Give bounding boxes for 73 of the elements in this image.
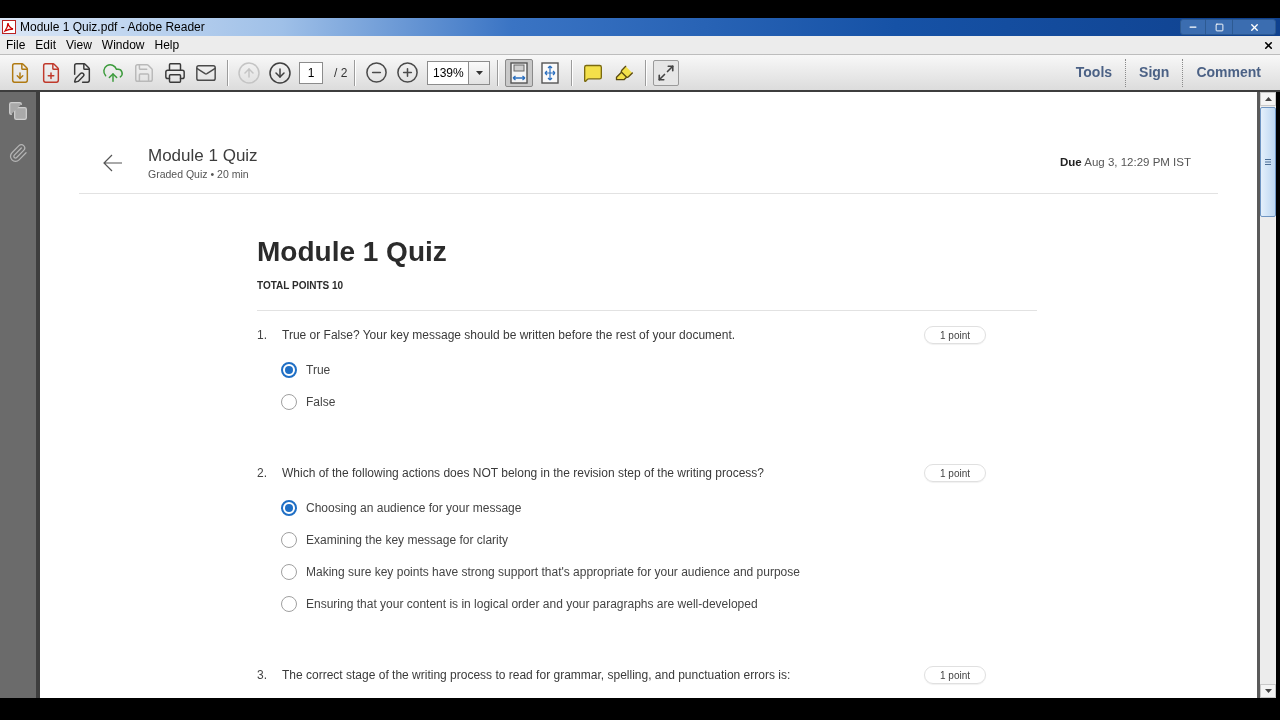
radio-button[interactable]: [281, 362, 297, 378]
quiz-header-subtitle: Graded Quiz • 20 min: [148, 167, 250, 181]
total-points: TOTAL POINTS 10: [257, 279, 345, 293]
pane-button[interactable]: Comment: [1182, 58, 1274, 87]
question-text: Which of the following actions does NOT belong in the revision step of the writing process?: [282, 465, 765, 482]
fit-page-button[interactable]: [505, 58, 534, 87]
radio-button[interactable]: [281, 596, 297, 612]
minimize-button[interactable]: [1180, 19, 1206, 35]
zoom-dropdown-button[interactable]: [469, 60, 491, 85]
speech-bubble-icon: [583, 62, 604, 83]
menu-item[interactable]: Window: [96, 37, 150, 53]
grip-icon: [1265, 159, 1271, 165]
question-number: 2.: [257, 465, 268, 482]
option-label: Examining the key message for clarity: [306, 532, 509, 549]
scroll-up-button[interactable]: [1260, 92, 1276, 106]
due-date: Due Aug 3, 12:29 PM IST: [1059, 155, 1191, 171]
page-arrows-icon: [540, 61, 561, 84]
close-icon: [1262, 39, 1274, 51]
pdf-icon: [2, 20, 16, 34]
window-title: Module 1 Quiz.pdf - Adobe Reader: [20, 19, 205, 35]
question-number: 3.: [257, 667, 268, 684]
full-screen-button[interactable]: [653, 59, 680, 86]
caret-down-icon: [475, 70, 483, 75]
document-pen-icon: [71, 61, 93, 84]
document-arrow-icon: [9, 61, 31, 84]
maximize-button[interactable]: [1206, 19, 1232, 35]
page-thumbnails-button[interactable]: [6, 99, 30, 123]
option-label: False: [306, 394, 336, 411]
option-label: True: [306, 362, 331, 379]
close-document-button[interactable]: [1262, 39, 1274, 51]
pane-button[interactable]: Tools: [1062, 58, 1126, 87]
question-text: The correct stage of the writing process to read for grammar, spelling, and punctuation errors is:: [282, 667, 791, 684]
page-count: / 2: [334, 64, 348, 82]
plus-icon: [395, 61, 419, 84]
arrow-down-icon: [268, 60, 292, 85]
radio-button[interactable]: [281, 532, 297, 548]
paperclip-icon: [8, 143, 28, 163]
cloud-upload-icon: [102, 61, 124, 84]
pane-button[interactable]: Sign: [1125, 58, 1183, 87]
question-number: 1.: [257, 327, 268, 344]
pages-icon: [8, 101, 28, 121]
arrow-left-icon: [103, 154, 123, 172]
close-window-button[interactable]: [1232, 19, 1276, 35]
radio-button[interactable]: [281, 394, 297, 410]
scroll-down-button[interactable]: [1260, 684, 1276, 698]
close-icon: [1248, 21, 1260, 33]
question-text: True or False? Your key message should be written before the rest of your document.: [282, 327, 736, 344]
option-label: Making sure key points have strong support that's appropriate for your audience and purpose: [306, 564, 800, 581]
printer-icon: [164, 61, 186, 84]
menu-item[interactable]: Help: [149, 37, 185, 53]
document-plus-icon: [40, 61, 62, 84]
menu-item[interactable]: Edit: [30, 37, 62, 53]
menu-item[interactable]: View: [61, 37, 97, 53]
maximize-icon: [1214, 22, 1224, 32]
zoom-field[interactable]: 139%: [427, 60, 470, 85]
caret-up-icon: [1264, 97, 1272, 101]
expand-icon: [657, 63, 676, 82]
quiz-header-title: Module 1 Quiz: [148, 145, 258, 167]
page-number-field[interactable]: 1: [299, 61, 323, 84]
page-horizontal-arrows-icon: [509, 61, 530, 84]
radio-button[interactable]: [281, 564, 297, 580]
back-button[interactable]: [103, 153, 123, 173]
caret-down-icon: [1264, 689, 1272, 693]
vertical-scrollbar[interactable]: [1260, 92, 1276, 698]
menu-item[interactable]: File: [1, 37, 31, 53]
minus-icon: [364, 61, 388, 84]
quiz-title: Module 1 Quiz: [257, 235, 448, 269]
option-label: Ensuring that your content is in logical order and your paragraphs are well-developed: [306, 596, 758, 613]
option-label: Choosing an audience for your message: [306, 500, 522, 517]
save-icon: [133, 61, 155, 84]
arrow-up-icon: [237, 60, 261, 85]
radio-button[interactable]: [281, 500, 297, 516]
scrollbar-thumb[interactable]: [1260, 107, 1276, 217]
